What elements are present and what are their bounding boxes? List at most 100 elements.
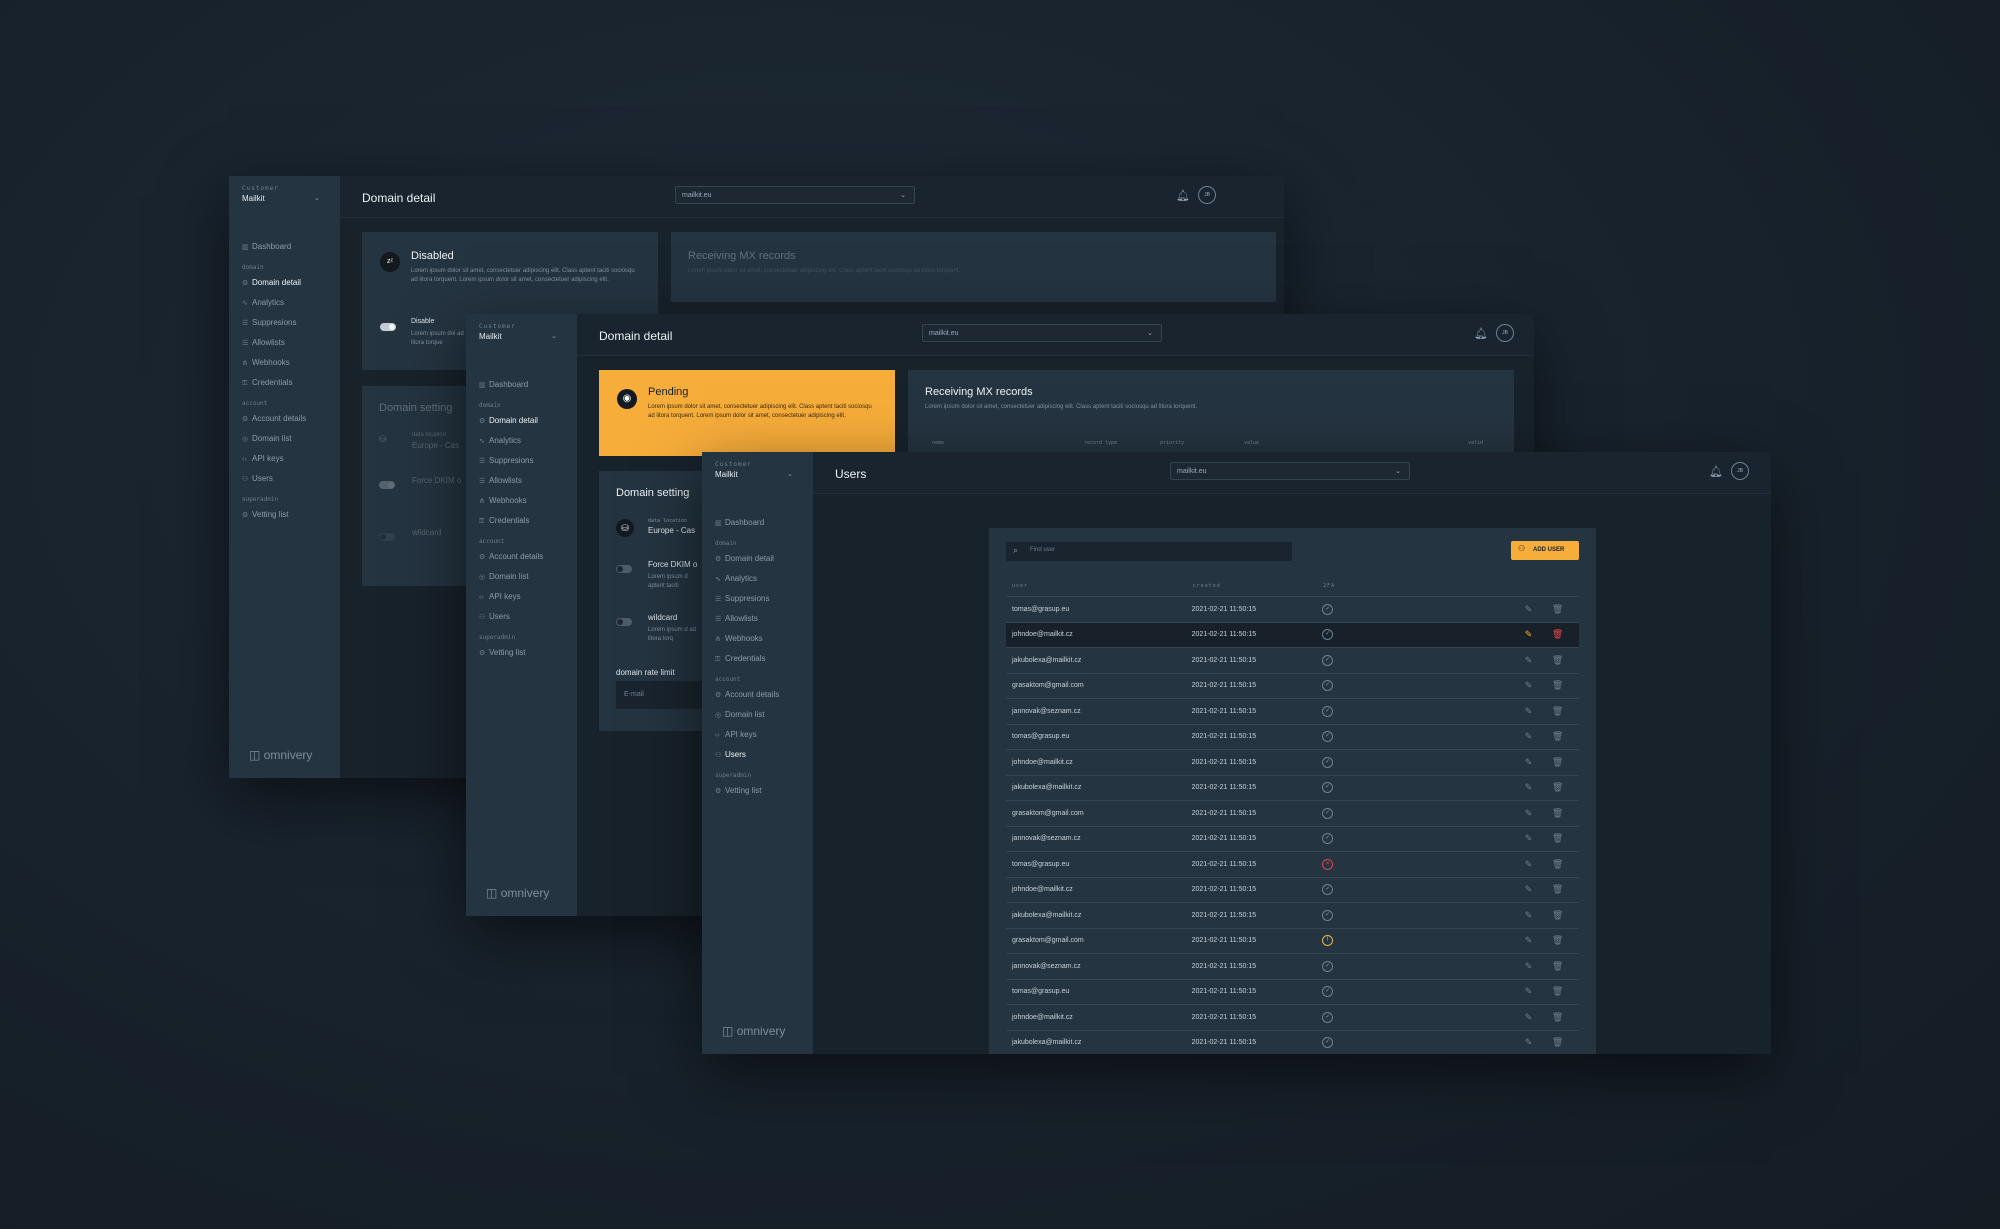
sidebar-item-account-details[interactable]: ⚙ Account details bbox=[715, 685, 805, 705]
wildcard-toggle[interactable] bbox=[379, 528, 395, 546]
sidebar-item-allowlists[interactable]: ☰ Allowlists bbox=[242, 333, 332, 353]
trash-icon[interactable]: 🗑︎ bbox=[1552, 706, 1563, 716]
table-row[interactable]: jakubolexa@mailkit.cz 2021-02-21 11:50:15… bbox=[1006, 775, 1579, 801]
table-row[interactable]: jakubolexa@mailkit.cz 2021-02-21 11:50:15… bbox=[1006, 902, 1579, 929]
sidebar-item-credentials[interactable]: ⚿ Credentials bbox=[242, 373, 332, 393]
trash-icon[interactable]: 🗑︎ bbox=[1552, 757, 1563, 767]
sidebar-item-analytics[interactable]: ∿ Analytics bbox=[242, 293, 332, 313]
toggle-switch[interactable] bbox=[379, 532, 395, 541]
edit-user-icon[interactable]: ✎ bbox=[1525, 757, 1533, 767]
table-row[interactable]: tomas@grasup.eu 2021-02-21 11:50:15 × ✎ 🗑︎ bbox=[1006, 851, 1579, 878]
edit-user-icon[interactable]: ✎ bbox=[1525, 833, 1533, 843]
sidebar-item-suppressions[interactable]: ☰ Suppresions bbox=[242, 313, 332, 333]
domain-select[interactable]: mailkit.eu ⌄ bbox=[1170, 462, 1410, 480]
table-row[interactable]: jannovak@seznam.cz 2021-02-21 11:50:15 ✓ ✎ 🗑… bbox=[1006, 698, 1579, 725]
trash-icon[interactable]: 🗑︎ bbox=[1552, 910, 1563, 920]
sidebar-item-vetting-list[interactable]: ⚙ Vetting list bbox=[479, 643, 569, 663]
edit-user-icon[interactable]: ✎ bbox=[1525, 680, 1533, 690]
edit-user-icon[interactable]: ✎ bbox=[1525, 629, 1533, 639]
sidebar-item-allowlists[interactable]: ☰ Allowlists bbox=[479, 471, 569, 491]
customer-select[interactable]: Customer Mailkit ⌄ bbox=[242, 185, 320, 203]
edit-user-icon[interactable]: ✎ bbox=[1525, 706, 1533, 716]
rate-limit-input[interactable]: E-mail bbox=[616, 681, 706, 709]
table-row[interactable]: tomas@grasup.eu 2021-02-21 11:50:15 ✓ ✎ 🗑︎ bbox=[1006, 979, 1579, 1005]
domain-select[interactable]: mailkit.eu ⌄ bbox=[675, 186, 915, 204]
domain-select[interactable]: mailkit.eu ⌄ bbox=[922, 324, 1162, 342]
sidebar-item-dashboard[interactable]: ▥ Dashboard bbox=[242, 237, 332, 257]
sidebar-item-users[interactable]: ⚇ Users bbox=[479, 607, 569, 627]
trash-icon[interactable]: 🗑︎ bbox=[1552, 1012, 1563, 1022]
sidebar-item-analytics[interactable]: ∿ Analytics bbox=[479, 431, 569, 451]
sidebar-item-account-details[interactable]: ⚙ Account details bbox=[242, 409, 332, 429]
edit-user-icon[interactable]: ✎ bbox=[1525, 808, 1533, 818]
trash-icon[interactable]: 🗑︎ bbox=[1552, 961, 1563, 971]
avatar[interactable]: JB bbox=[1198, 186, 1216, 204]
toggle-switch[interactable] bbox=[379, 480, 395, 489]
table-row[interactable]: grasaktom@gmail.com 2021-02-21 11:50:15! ✎… bbox=[1006, 928, 1579, 954]
sidebar-item-webhooks[interactable]: ⋔ Webhooks bbox=[242, 353, 332, 373]
trash-icon[interactable]: 🗑︎ bbox=[1552, 808, 1563, 818]
wildcard-toggle[interactable] bbox=[616, 613, 632, 631]
force-dkim-toggle[interactable] bbox=[616, 560, 632, 578]
bell-icon[interactable]: 🔔︎ bbox=[1709, 465, 1723, 478]
edit-user-icon[interactable]: ✎ bbox=[1525, 986, 1533, 996]
trash-icon[interactable]: 🗑︎ bbox=[1552, 629, 1563, 639]
sidebar-item-allowlists[interactable]: ☰ Allowlists bbox=[715, 609, 805, 629]
avatar[interactable]: JB bbox=[1731, 462, 1749, 480]
sidebar-item-api-keys[interactable]: ‹› API keys bbox=[479, 587, 569, 607]
table-row[interactable]: tomas@grasup.eu 2021-02-21 11:50:15 ✓ ✎ 🗑︎ bbox=[1006, 724, 1579, 750]
sidebar-item-dashboard[interactable]: ▥ Dashboard bbox=[715, 513, 805, 533]
table-row[interactable]: jannovak@seznam.cz 2021-02-21 11:50:15 ✓ ✎ 🗑… bbox=[1006, 953, 1579, 980]
edit-user-icon[interactable]: ✎ bbox=[1525, 604, 1533, 614]
toggle-switch[interactable] bbox=[616, 564, 632, 573]
trash-icon[interactable]: 🗑︎ bbox=[1552, 986, 1563, 996]
table-row[interactable]: jakubolexa@mailkit.cz 2021-02-21 11:50:15… bbox=[1006, 1030, 1579, 1054]
edit-user-icon[interactable]: ✎ bbox=[1525, 1037, 1533, 1047]
edit-user-icon[interactable]: ✎ bbox=[1525, 655, 1533, 665]
sidebar-item-webhooks[interactable]: ⋔ Webhooks bbox=[479, 491, 569, 511]
edit-user-icon[interactable]: ✎ bbox=[1525, 961, 1533, 971]
bell-icon[interactable]: 🔔︎ bbox=[1474, 327, 1488, 340]
sidebar-item-api-keys[interactable]: ‹› API keys bbox=[715, 725, 805, 745]
table-row[interactable]: jannovak@seznam.cz 2021-02-21 11:50:15 ✓ ✎ 🗑… bbox=[1006, 826, 1579, 852]
sidebar-item-webhooks[interactable]: ⋔ Webhooks bbox=[715, 629, 805, 649]
trash-icon[interactable]: 🗑︎ bbox=[1552, 782, 1563, 792]
trash-icon[interactable]: 🗑︎ bbox=[1552, 1037, 1563, 1047]
sidebar-item-users[interactable]: ⚇ Users bbox=[242, 469, 332, 489]
search-input[interactable]: ⌕ Find user bbox=[1006, 542, 1292, 561]
sidebar-item-domain-list[interactable]: ◎ Domain list bbox=[715, 705, 805, 725]
sidebar-item-domain-list[interactable]: ◎ Domain list bbox=[479, 567, 569, 587]
customer-select[interactable]: Customer Mailkit ⌄ bbox=[715, 461, 793, 479]
table-row[interactable]: johndoe@mailkit.cz 2021-02-21 11:50:15 ✓ ✎ 🗑… bbox=[1006, 622, 1579, 648]
edit-user-icon[interactable]: ✎ bbox=[1525, 731, 1533, 741]
trash-icon[interactable]: 🗑︎ bbox=[1552, 655, 1563, 665]
trash-icon[interactable]: 🗑︎ bbox=[1552, 859, 1563, 869]
sidebar-item-suppressions[interactable]: ☰ Suppresions bbox=[715, 589, 805, 609]
trash-icon[interactable]: 🗑︎ bbox=[1552, 935, 1563, 945]
edit-user-icon[interactable]: ✎ bbox=[1525, 782, 1533, 792]
toggle-switch[interactable] bbox=[380, 322, 396, 331]
edit-user-icon[interactable]: ✎ bbox=[1525, 910, 1533, 920]
edit-user-icon[interactable]: ✎ bbox=[1525, 1012, 1533, 1022]
edit-user-icon[interactable]: ✎ bbox=[1525, 935, 1533, 945]
sidebar-item-domain-detail[interactable]: ⚙ Domain detail bbox=[479, 411, 569, 431]
sidebar-item-analytics[interactable]: ∿ Analytics bbox=[715, 569, 805, 589]
sidebar-item-dashboard[interactable]: ▥ Dashboard bbox=[479, 375, 569, 395]
table-row[interactable]: tomas@grasup.eu 2021-02-21 11:50:15 ✓ ✎ 🗑︎ bbox=[1006, 596, 1579, 623]
table-row[interactable]: johndoe@mailkit.cz 2021-02-21 11:50:15 ✓ ✎ 🗑… bbox=[1006, 749, 1579, 776]
table-row[interactable]: jakubolexa@mailkit.cz 2021-02-21 11:50:15… bbox=[1006, 647, 1579, 674]
disable-toggle[interactable] bbox=[380, 318, 396, 336]
table-row[interactable]: johndoe@mailkit.cz 2021-02-21 11:50:15 ✓ ✎ 🗑… bbox=[1006, 1004, 1579, 1031]
trash-icon[interactable]: 🗑︎ bbox=[1552, 731, 1563, 741]
toggle-switch[interactable] bbox=[616, 617, 632, 626]
sidebar-item-vetting-list[interactable]: ⚙ Vetting list bbox=[715, 781, 805, 801]
trash-icon[interactable]: 🗑︎ bbox=[1552, 833, 1563, 843]
table-row[interactable]: grasaktom@gmail.com 2021-02-21 11:50:15 ✓ ✎… bbox=[1006, 800, 1579, 827]
avatar[interactable]: JB bbox=[1496, 324, 1514, 342]
trash-icon[interactable]: 🗑︎ bbox=[1552, 884, 1563, 894]
edit-user-icon[interactable]: ✎ bbox=[1525, 859, 1533, 869]
sidebar-item-credentials[interactable]: ⚿ Credentials bbox=[715, 649, 805, 669]
edit-user-icon[interactable]: ✎ bbox=[1525, 884, 1533, 894]
sidebar-item-domain-detail[interactable]: ⚙ Domain detail bbox=[715, 549, 805, 569]
trash-icon[interactable]: 🗑︎ bbox=[1552, 604, 1563, 614]
